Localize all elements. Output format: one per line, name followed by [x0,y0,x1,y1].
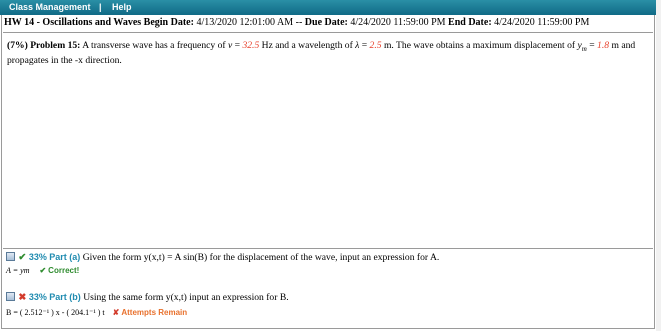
lambda-symbol: λ [355,40,360,51]
part-a-checkbox[interactable] [6,252,15,261]
begin-date-label: Begin Date: [143,17,194,28]
part-a-answer-row: A = ym ✔ Correct! [6,266,79,275]
part-b-percent: 33% [28,292,47,302]
x-icon: ✖ [18,292,27,303]
part-b-question: Using the same form y(x,t) input an expr… [83,292,289,303]
assignment-header: HW 14 - Oscillations and Waves Begin Dat… [4,17,589,28]
class-management-menu[interactable]: Class Management [9,0,91,15]
problem-title: Problem 15: [30,40,81,51]
check-icon: ✔ [18,252,27,263]
part-a-percent: 33% [28,252,47,262]
part-a-status: Correct! [48,266,80,275]
end-date: 4/24/2020 11:59:00 PM [494,17,590,28]
part-b-checkbox[interactable] [6,292,15,301]
frequency-unit-text: Hz and a wavelength of [261,40,353,51]
part-b-label[interactable]: Part (b) [49,292,81,302]
problem-text-1: A transverse wave has a frequency of [82,40,226,51]
correct-check-icon: ✔ [39,266,47,275]
attempts-x-icon: ✘ [112,308,120,317]
part-b-status: Attempts Remain [121,308,188,317]
part-a-row: ✔ 33% Part (a) Given the form y(x,t) = A… [6,252,439,263]
due-date-label: Due Date: [304,17,348,28]
problem-statement: (7%) Problem 15: A transverse wave has a… [7,40,636,66]
assignment-name: HW 14 - Oscillations and Waves [4,17,142,28]
problem-weight: (7%) [7,40,28,51]
top-menu-bar: Class Management | Help [0,0,656,15]
part-b-row: ✖ 33% Part (b) Using the same form y(x,t… [6,292,289,303]
wavelength-value: 2.5 [369,40,382,51]
due-date: 4/24/2020 11:59:00 PM [350,17,446,28]
problem-text-2: displacement of [514,40,576,51]
help-menu[interactable]: Help [112,0,132,15]
part-a-label[interactable]: Part (a) [49,252,80,262]
end-date-label: End Date: [448,17,492,28]
begin-date: 4/13/2020 12:01:00 AM [196,17,294,28]
date-dash: -- [295,17,303,28]
part-a-question: Given the form y(x,t) = A sin(B) for the… [82,252,440,263]
menu-separator: | [99,2,102,12]
wavelength-unit-text: m. The wave obtains a maximum [383,40,512,51]
frequency-value: 32.5 [242,40,260,51]
displacement-value: 1.8 [597,40,610,51]
ym-symbol: ym [577,40,587,53]
part-b-answer-row: B = ( 2.512⁻¹ ) x - ( 204.1⁻¹ ) t ✘ Atte… [6,308,187,317]
part-a-answer: A = ym [6,266,30,275]
part-b-answer: B = ( 2.512⁻¹ ) x - ( 204.1⁻¹ ) t [6,308,105,317]
right-scrollbar[interactable] [656,0,661,331]
nu-symbol: ν [227,40,233,51]
